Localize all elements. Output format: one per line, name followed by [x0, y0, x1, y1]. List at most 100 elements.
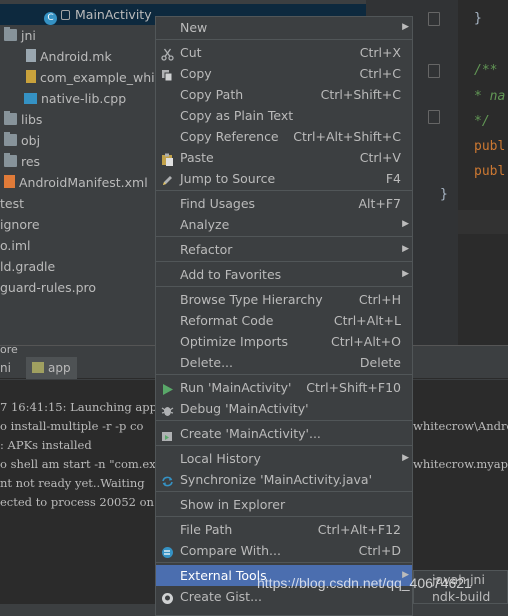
menu-separator: [156, 562, 412, 563]
menu-item-cut[interactable]: Cut Ctrl+X: [156, 42, 412, 63]
menu-item-shortcut: Ctrl+Alt+O: [331, 334, 401, 349]
tab-jni[interactable]: ni: [0, 357, 17, 379]
menu-item-file-path[interactable]: File Path Ctrl+Alt+F12: [156, 519, 412, 540]
fold-marker-icon[interactable]: [428, 12, 440, 26]
menu-item-label: Copy: [180, 66, 212, 81]
code-line: */: [474, 114, 490, 129]
menu-separator: [156, 39, 412, 40]
fold-marker-icon[interactable]: [428, 110, 440, 124]
menu-item-label: Paste: [180, 150, 214, 165]
menu-item-shortcut: Alt+F7: [358, 196, 401, 211]
menu-item-label: Find Usages: [180, 196, 256, 211]
menu-item-shortcut: Ctrl+C: [359, 66, 401, 81]
menu-item-jump-to-source[interactable]: Jump to Source F4: [156, 168, 412, 189]
tree-item-manifest[interactable]: AndroidManifest.xml: [4, 172, 148, 193]
menu-item-synchronize-mainactivity-java[interactable]: Synchronize 'MainActivity.java': [156, 469, 412, 490]
menu-separator: [156, 190, 412, 191]
menu-separator: [156, 286, 412, 287]
menu-item-label: Copy Reference: [180, 129, 279, 144]
menu-item-label: Jump to Source: [180, 171, 276, 186]
menu-item-analyze[interactable]: Analyze ▶: [156, 214, 412, 235]
submenu-arrow-icon: ▶: [402, 244, 409, 254]
menu-item-copy-as-plain-text[interactable]: Copy as Plain Text: [156, 105, 412, 126]
menu-item-delete[interactable]: Delete... Delete: [156, 352, 412, 373]
menu-item-browse-type-hierarchy[interactable]: Browse Type Hierarchy Ctrl+H: [156, 289, 412, 310]
menu-item-label: Debug 'MainActivity': [180, 401, 309, 416]
menu-item-show-in-explorer[interactable]: Show in Explorer: [156, 494, 412, 515]
menu-item-shortcut: F4: [385, 171, 401, 186]
tree-item-label: ignore: [0, 217, 40, 232]
menu-item-shortcut: Ctrl+Alt+F12: [317, 522, 401, 537]
tree-item-label: res: [21, 154, 41, 169]
tree-item-gitignore[interactable]: ignore: [0, 214, 40, 235]
menu-item-copy-reference[interactable]: Copy Reference Ctrl+Alt+Shift+C: [156, 126, 412, 147]
menu-item-copy-path[interactable]: Copy Path Ctrl+Shift+C: [156, 84, 412, 105]
console-line: whitecrow.myappl: [413, 457, 508, 471]
menu-separator: [156, 491, 412, 492]
tree-item-label: MainActivity: [75, 7, 152, 22]
menu-item-label: Copy as Plain Text: [180, 108, 294, 123]
paste-icon: [161, 151, 174, 166]
menu-item-shortcut: Ctrl+X: [359, 45, 401, 60]
menu-item-label: Add to Favorites: [180, 267, 282, 282]
console-line: o install-multiple -r -p co: [0, 419, 144, 433]
folder-icon: [4, 27, 17, 41]
menu-item-shortcut: Ctrl+Alt+L: [333, 313, 401, 328]
current-line-highlight: [458, 210, 508, 234]
tree-item-build-gradle[interactable]: ld.gradle: [0, 256, 55, 277]
menu-item-compare-with[interactable]: Compare With... Ctrl+D: [156, 540, 412, 561]
menu-item-label: Cut: [180, 45, 202, 60]
menu-item-debug-mainactivity[interactable]: Debug 'MainActivity': [156, 398, 412, 419]
tab-app[interactable]: app: [26, 357, 77, 379]
menu-item-paste[interactable]: Paste Ctrl+V: [156, 147, 412, 168]
menu-item-shortcut: Ctrl+D: [358, 543, 401, 558]
console-line: : APKs installed: [0, 438, 92, 452]
menu-item-label: Refactor: [180, 242, 233, 257]
menu-item-optimize-imports[interactable]: Optimize Imports Ctrl+Alt+O: [156, 331, 412, 352]
tool-window-title: ore: [0, 343, 18, 356]
console-line: 7 16:41:15: Launching app: [0, 400, 157, 414]
tree-item-proguard[interactable]: guard-rules.pro: [0, 277, 96, 298]
tree-item-label: native-lib.cpp: [41, 91, 127, 106]
menu-item-refactor[interactable]: Refactor ▶: [156, 239, 412, 260]
class-icon: C: [44, 12, 57, 25]
tree-item-label: guard-rules.pro: [0, 280, 97, 295]
tree-item-jni[interactable]: jni: [4, 25, 36, 46]
tree-item-header[interactable]: com_example_white: [26, 67, 167, 88]
watermark: https://blog.csdn.net/qq_40674621: [257, 575, 472, 591]
run-config-icon: [32, 362, 44, 373]
console-line: whitecrow\Andro: [413, 419, 508, 433]
tree-item-label: com_example_white: [40, 70, 168, 85]
menu-item-label: Analyze: [180, 217, 230, 232]
menu-item-find-usages[interactable]: Find Usages Alt+F7: [156, 193, 412, 214]
menu-separator: [156, 420, 412, 421]
tree-item-res[interactable]: res: [4, 151, 40, 172]
tree-item-label: jni: [21, 28, 36, 43]
tree-item-native-lib[interactable]: native-lib.cpp: [24, 88, 126, 109]
menu-item-reformat-code[interactable]: Reformat Code Ctrl+Alt+L: [156, 310, 412, 331]
menu-separator: [156, 236, 412, 237]
folder-icon: [4, 132, 17, 146]
menu-item-new[interactable]: New ▶: [156, 17, 412, 38]
menu-item-create-mainactivity[interactable]: Create 'MainActivity'...: [156, 423, 412, 444]
file-icon: [26, 49, 36, 62]
submenu-arrow-icon: ▶: [402, 219, 409, 229]
menu-item-local-history[interactable]: Local History ▶: [156, 448, 412, 469]
edit-pencil-icon: [161, 172, 174, 185]
header-file-icon: [26, 70, 36, 83]
fold-marker-icon[interactable]: [428, 64, 440, 78]
tree-item-test[interactable]: test: [0, 193, 24, 214]
tree-item-iml[interactable]: o.iml: [0, 235, 31, 256]
folder-icon: [4, 153, 17, 167]
debug-icon: [161, 402, 174, 416]
menu-item-add-to-favorites[interactable]: Add to Favorites ▶: [156, 264, 412, 285]
menu-item-shortcut: Delete: [359, 355, 401, 370]
tree-item-android-mk[interactable]: Android.mk: [26, 46, 112, 67]
menu-item-shortcut: Ctrl+V: [359, 150, 401, 165]
tree-item-label: libs: [21, 112, 43, 127]
menu-item-run-mainactivity[interactable]: Run 'MainActivity' Ctrl+Shift+F10: [156, 377, 412, 398]
menu-item-label: Browse Type Hierarchy: [180, 292, 323, 307]
menu-item-copy[interactable]: Copy Ctrl+C: [156, 63, 412, 84]
tree-item-obj[interactable]: obj: [4, 130, 40, 151]
tree-item-libs[interactable]: libs: [4, 109, 42, 130]
